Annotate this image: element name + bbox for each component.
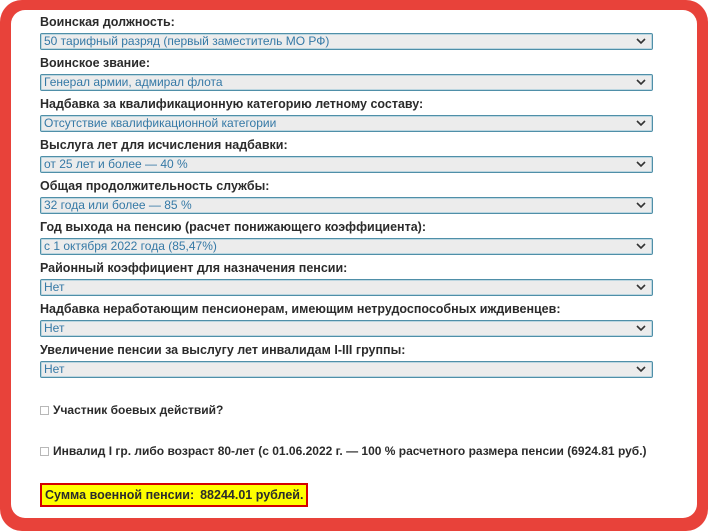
field-military-position: Воинская должность: 50 тарифный разряд (…	[40, 14, 655, 50]
regional-coefficient-select[interactable]: Нет	[40, 279, 653, 296]
chevron-down-icon	[636, 120, 646, 127]
checkbox-label: Инвалид I гр. либо возраст 80-лет (с 01.…	[53, 444, 647, 458]
military-position-select[interactable]: 50 тарифный разряд (первый заместитель М…	[40, 33, 653, 50]
disability-increase-select[interactable]: Нет	[40, 361, 653, 378]
disability-age-checkbox[interactable]	[40, 446, 49, 456]
result-label: Сумма военной пенсии:	[45, 488, 195, 502]
field-label: Надбавка неработающим пенсионерам, имеющ…	[40, 302, 561, 316]
outer-frame: Воинская должность: 50 тарифный разряд (…	[0, 0, 708, 531]
field-dependents-bonus: Надбавка неработающим пенсионерам, имеющ…	[40, 301, 655, 337]
result-amount: 88244.01 рублей.	[200, 488, 304, 502]
field-service-years-bonus: Выслуга лет для исчисления надбавки: от …	[40, 137, 655, 173]
field-regional-coefficient: Районный коэффициент для назначения пенс…	[40, 260, 655, 296]
military-rank-select[interactable]: Генерал армии, адмирал флота	[40, 74, 653, 91]
chevron-down-icon	[636, 366, 646, 373]
calculator-panel: Воинская должность: 50 тарифный разряд (…	[11, 10, 697, 518]
field-retirement-year: Год выхода на пенсию (расчет понижающего…	[40, 219, 655, 255]
select-value: Нет	[44, 362, 65, 376]
disability-age-option: Инвалид I гр. либо возраст 80-лет (с 01.…	[40, 444, 647, 458]
chevron-down-icon	[636, 79, 646, 86]
field-total-service: Общая продолжительность службы: 32 года …	[40, 178, 655, 214]
pension-result: Сумма военной пенсии: 88244.01 рублей.	[40, 483, 309, 507]
select-value: Нет	[44, 280, 65, 294]
chevron-down-icon	[636, 38, 646, 45]
field-label: Воинское звание:	[40, 56, 151, 70]
combat-veteran-option: Участник боевых действий?	[40, 403, 223, 417]
chevron-down-icon	[636, 284, 646, 291]
chevron-down-icon	[636, 161, 646, 168]
select-value: Отсутствие квалификационной категории	[44, 116, 277, 130]
chevron-down-icon	[636, 243, 646, 250]
service-years-bonus-select[interactable]: от 25 лет и более — 40 %	[40, 156, 653, 173]
field-label: Год выхода на пенсию (расчет понижающего…	[40, 220, 427, 234]
field-label: Надбавка за квалификационную категорию л…	[40, 97, 424, 111]
field-label: Общая продолжительность службы:	[40, 179, 270, 193]
select-value: 50 тарифный разряд (первый заместитель М…	[44, 34, 330, 48]
field-military-rank: Воинское звание: Генерал армии, адмирал …	[40, 55, 655, 91]
field-label: Районный коэффициент для назначения пенс…	[40, 261, 348, 275]
select-value: от 25 лет и более — 40 %	[44, 157, 188, 171]
select-value: с 1 октября 2022 года (85,47%)	[44, 239, 217, 253]
retirement-year-select[interactable]: с 1 октября 2022 года (85,47%)	[40, 238, 653, 255]
qualification-bonus-select[interactable]: Отсутствие квалификационной категории	[40, 115, 653, 132]
select-value: Нет	[44, 321, 65, 335]
chevron-down-icon	[636, 325, 646, 332]
select-value: 32 года или более — 85 %	[44, 198, 192, 212]
field-qualification-bonus: Надбавка за квалификационную категорию л…	[40, 96, 655, 132]
total-service-select[interactable]: 32 года или более — 85 %	[40, 197, 653, 214]
field-label: Выслуга лет для исчисления надбавки:	[40, 138, 288, 152]
field-disability-increase: Увеличение пенсии за выслугу лет инвалид…	[40, 342, 655, 378]
field-label: Увеличение пенсии за выслугу лет инвалид…	[40, 343, 406, 357]
chevron-down-icon	[636, 202, 646, 209]
field-label: Воинская должность:	[40, 15, 175, 29]
select-value: Генерал армии, адмирал флота	[44, 75, 223, 89]
dependents-bonus-select[interactable]: Нет	[40, 320, 653, 337]
combat-veteran-checkbox[interactable]	[40, 405, 49, 415]
checkbox-label: Участник боевых действий?	[53, 403, 224, 417]
